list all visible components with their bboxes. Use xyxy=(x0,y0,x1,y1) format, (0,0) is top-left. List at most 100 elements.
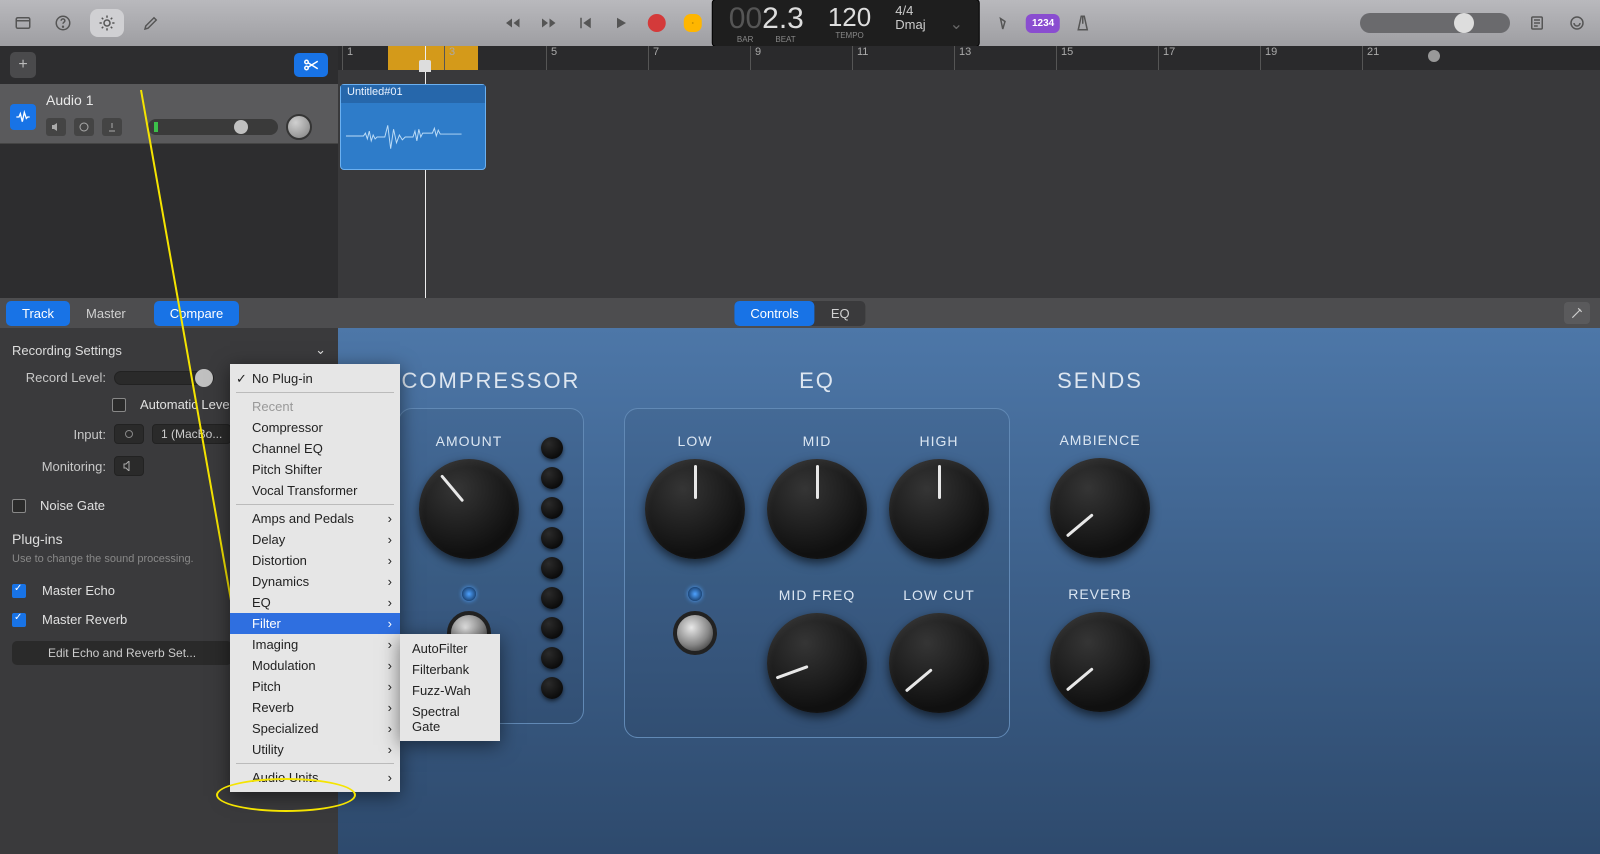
menu-imaging[interactable]: Imaging xyxy=(230,634,400,655)
input-select[interactable]: 1 (MacBo... xyxy=(152,424,231,444)
tab-track[interactable]: Track xyxy=(6,301,70,326)
track-name[interactable]: Audio 1 xyxy=(46,92,328,108)
lcd-timesig: 4/4 xyxy=(895,4,913,18)
compressor-meter-icon xyxy=(541,437,563,699)
noise-gate-checkbox[interactable] xyxy=(12,499,26,513)
submenu-fuzz-wah[interactable]: Fuzz-Wah xyxy=(400,680,500,701)
menu-specialized[interactable]: Specialized xyxy=(230,718,400,739)
tab-master[interactable]: Master xyxy=(70,301,142,326)
song-end-marker[interactable] xyxy=(1428,50,1440,62)
pencil-icon[interactable] xyxy=(138,10,164,36)
amount-knob[interactable] xyxy=(419,459,519,559)
ruler-tick: 7 xyxy=(648,46,659,70)
menu-no-plugin[interactable]: No Plug-in xyxy=(230,368,400,389)
input-mono-toggle[interactable] xyxy=(114,424,144,444)
eq-led-icon xyxy=(688,587,702,601)
inspector-button[interactable] xyxy=(1564,302,1590,324)
filter-submenu[interactable]: AutoFilter Filterbank Fuzz-Wah Spectral … xyxy=(400,634,500,741)
input-monitor-button[interactable] xyxy=(102,118,122,136)
low-cut-knob[interactable] xyxy=(889,613,989,713)
submenu-autofilter[interactable]: AutoFilter xyxy=(400,638,500,659)
mute-button[interactable] xyxy=(46,118,66,136)
tuner-button[interactable] xyxy=(990,10,1016,36)
submenu-filterbank[interactable]: Filterbank xyxy=(400,659,500,680)
cycle-region[interactable] xyxy=(388,46,478,70)
tab-compare[interactable]: Compare xyxy=(154,301,239,326)
display-mode-toggle[interactable] xyxy=(90,9,124,37)
rewind-button[interactable] xyxy=(504,14,522,32)
track-row[interactable]: Audio 1 xyxy=(0,84,338,144)
menu-reverb[interactable]: Reverb xyxy=(230,697,400,718)
sends-label: SENDS xyxy=(1057,368,1143,394)
master-echo-checkbox[interactable] xyxy=(12,584,26,598)
mid-freq-label: MID FREQ xyxy=(767,587,867,603)
ruler-tick: 3 xyxy=(444,46,455,70)
menu-distortion[interactable]: Distortion xyxy=(230,550,400,571)
master-reverb-checkbox[interactable] xyxy=(12,613,26,627)
audio-clip[interactable]: Untitled#01 xyxy=(340,84,486,170)
tab-controls[interactable]: Controls xyxy=(734,301,814,326)
track-volume-slider[interactable] xyxy=(148,119,278,135)
mid-freq-knob[interactable] xyxy=(767,613,867,713)
plugins-hint: Use to change the sound processing. xyxy=(12,553,222,565)
menu-dynamics[interactable]: Dynamics xyxy=(230,571,400,592)
forward-button[interactable] xyxy=(540,14,558,32)
notepad-button[interactable] xyxy=(1524,10,1550,36)
menu-audio-units[interactable]: Audio Units xyxy=(230,767,400,788)
mid-knob[interactable] xyxy=(767,459,867,559)
noise-gate-label: Noise Gate xyxy=(40,498,105,513)
menu-recent-vocal-transformer[interactable]: Vocal Transformer xyxy=(230,480,400,501)
lcd-display[interactable]: 002.3 BAR BEAT 120 TEMPO 4/4 Dmaj ⌄ xyxy=(712,0,980,47)
menu-recent-header: Recent xyxy=(230,396,400,417)
menu-filter[interactable]: Filter xyxy=(230,613,400,634)
menu-recent-pitch-shifter[interactable]: Pitch Shifter xyxy=(230,459,400,480)
timeline-ruler[interactable]: 13579111315171921 xyxy=(338,46,1600,70)
solo-button[interactable] xyxy=(74,118,94,136)
add-track-button[interactable]: + xyxy=(10,52,36,78)
high-knob[interactable] xyxy=(889,459,989,559)
ambience-knob[interactable] xyxy=(1050,458,1150,558)
monitoring-button[interactable] xyxy=(114,456,144,476)
submenu-spectral-gate[interactable]: Spectral Gate xyxy=(400,701,500,737)
ruler-tick: 13 xyxy=(954,46,971,70)
waveform-icon xyxy=(341,103,485,169)
chevron-down-icon[interactable]: ⌄ xyxy=(315,342,326,358)
menu-modulation[interactable]: Modulation xyxy=(230,655,400,676)
plugin-menu[interactable]: No Plug-in Recent Compressor Channel EQ … xyxy=(230,364,400,792)
auto-level-checkbox[interactable] xyxy=(112,398,126,412)
play-button[interactable] xyxy=(612,14,630,32)
help-button[interactable] xyxy=(50,10,76,36)
menu-pitch[interactable]: Pitch xyxy=(230,676,400,697)
ruler-tick: 17 xyxy=(1158,46,1175,70)
eq-bypass-switch[interactable] xyxy=(673,611,717,655)
menu-eq[interactable]: EQ xyxy=(230,592,400,613)
record-level-slider[interactable] xyxy=(114,371,214,385)
low-knob[interactable] xyxy=(645,459,745,559)
scissors-tool[interactable] xyxy=(294,53,328,77)
edit-echo-reverb-button[interactable]: Edit Echo and Reverb Set... xyxy=(12,641,232,665)
menu-recent-channel-eq[interactable]: Channel EQ xyxy=(230,438,400,459)
master-volume-slider[interactable] xyxy=(1360,13,1510,33)
menu-amps[interactable]: Amps and Pedals xyxy=(230,508,400,529)
transport-controls xyxy=(504,14,702,32)
cycle-button[interactable] xyxy=(684,14,702,32)
reverb-knob[interactable] xyxy=(1050,612,1150,712)
metronome-button[interactable] xyxy=(1070,10,1096,36)
goto-start-button[interactable] xyxy=(576,14,594,32)
record-button[interactable] xyxy=(648,14,666,32)
top-toolbar: 002.3 BAR BEAT 120 TEMPO 4/4 Dmaj ⌄ 1234 xyxy=(0,0,1600,46)
track-pan-knob[interactable] xyxy=(286,114,312,140)
ruler-tick: 11 xyxy=(852,46,868,70)
library-button[interactable] xyxy=(10,10,36,36)
menu-delay[interactable]: Delay xyxy=(230,529,400,550)
count-in-button[interactable]: 1234 xyxy=(1026,14,1060,33)
compressor-label: COMPRESSOR xyxy=(402,368,581,394)
tab-eq[interactable]: EQ xyxy=(815,301,866,326)
menu-recent-compressor[interactable]: Compressor xyxy=(230,417,400,438)
ruler-tick: 1 xyxy=(342,46,353,70)
input-label: Input: xyxy=(12,427,106,442)
mid-label: MID xyxy=(767,433,867,449)
arrange-grid[interactable]: 13579111315171921 Untitled#01 xyxy=(338,46,1600,298)
menu-utility[interactable]: Utility xyxy=(230,739,400,760)
loop-browser-button[interactable] xyxy=(1564,10,1590,36)
